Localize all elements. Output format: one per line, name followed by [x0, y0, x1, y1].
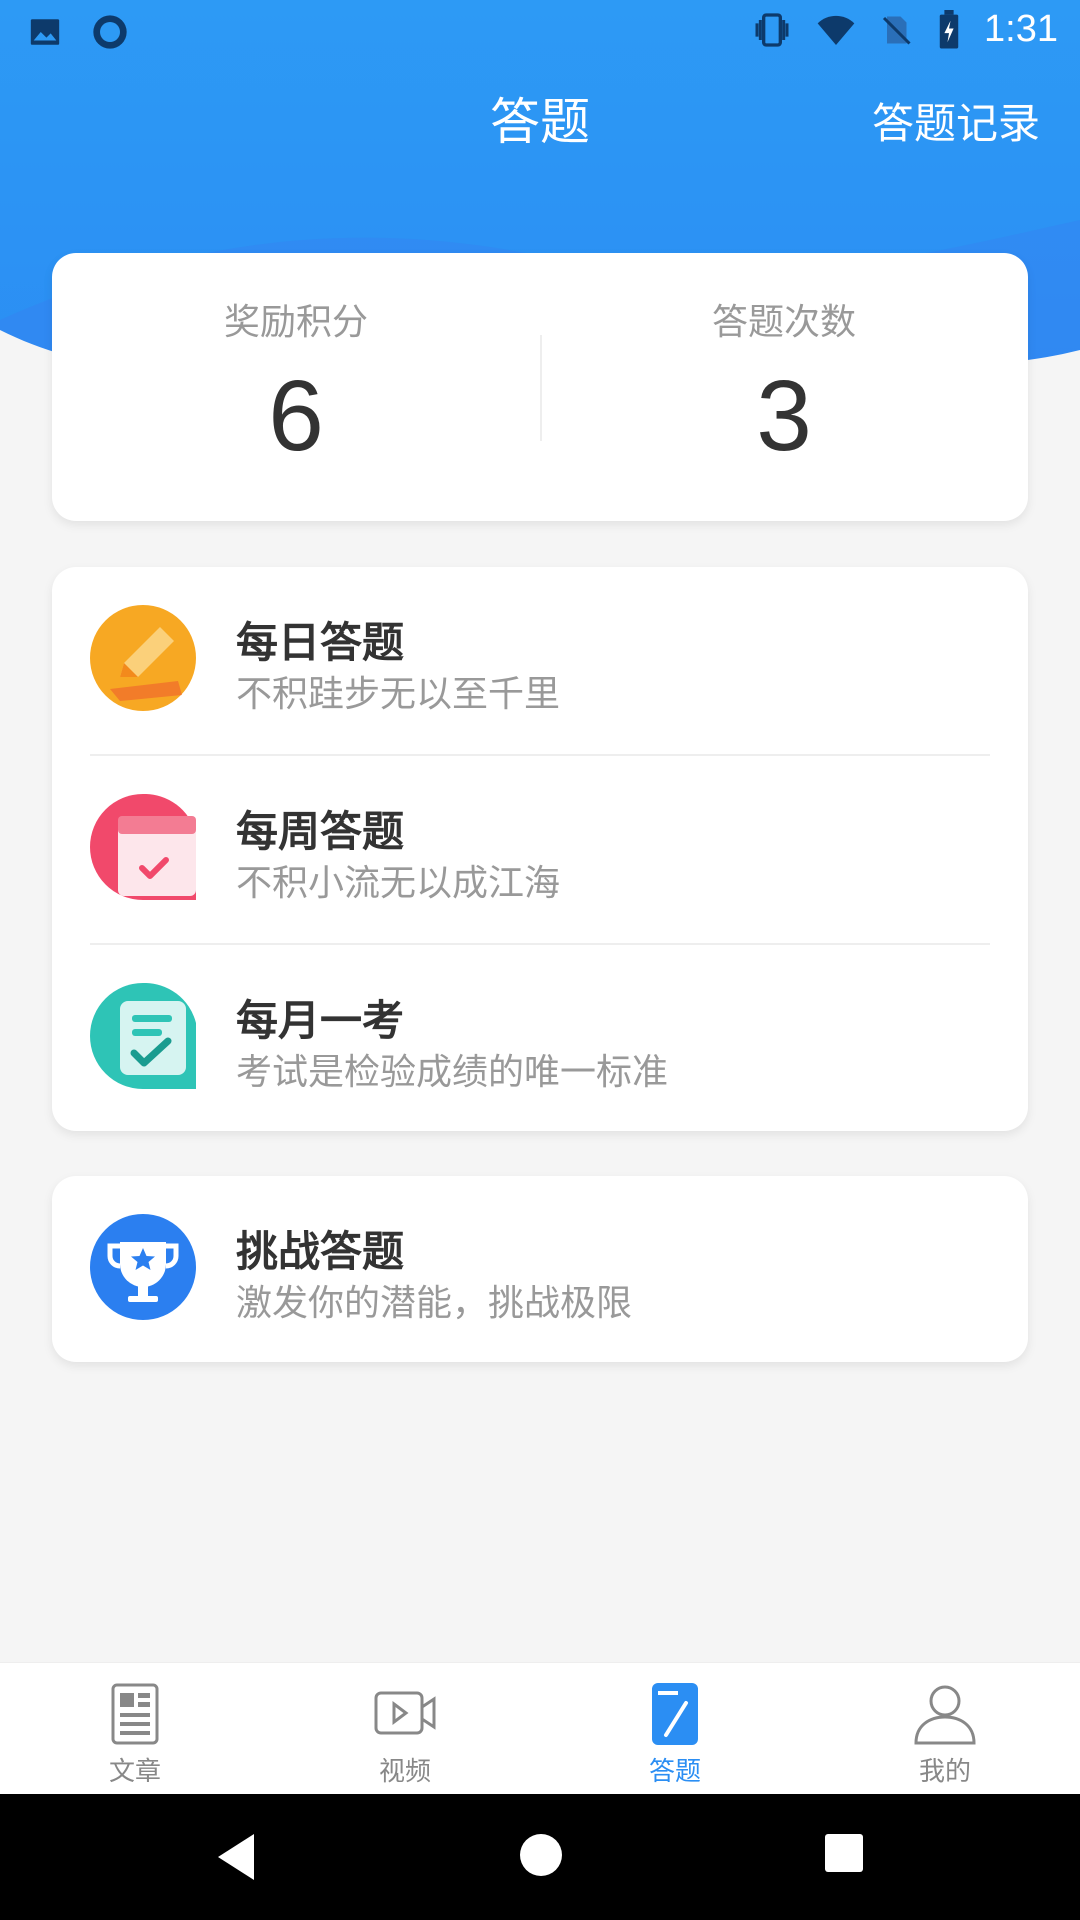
monthly-exam-subtitle: 考试是检验成绩的唯一标准	[236, 1052, 669, 1093]
profile-icon	[914, 1685, 976, 1745]
status-time: 1:31	[984, 8, 1058, 50]
tab-article[interactable]: 文章	[0, 1663, 270, 1794]
recents-icon[interactable]	[823, 1832, 865, 1874]
challenge-card[interactable]: 挑战答题 激发你的潜能，挑战极限	[52, 1176, 1028, 1362]
vibrate-icon	[755, 12, 789, 47]
system-nav-bar	[0, 1794, 1080, 1920]
tab-video[interactable]: 视频	[270, 1663, 540, 1794]
trophy-icon	[90, 1214, 196, 1320]
list-item-daily-quiz[interactable]: 每日答题 不积跬步无以至千里	[90, 567, 990, 755]
quiz-records-button[interactable]: 答题记录	[872, 90, 1040, 151]
quiz-list-card: 每日答题 不积跬步无以至千里 每周答题 不积小流无以成江海 每月一考 考试是检验…	[52, 567, 1028, 1131]
tab-quiz-label: 答题	[648, 1757, 701, 1787]
count-value: 3	[756, 360, 812, 472]
points-label: 奖励积分	[223, 302, 368, 343]
tab-article-label: 文章	[108, 1757, 161, 1787]
back-icon[interactable]	[214, 1832, 258, 1882]
list-item-monthly-exam[interactable]: 每月一考 考试是检验成绩的唯一标准	[90, 945, 990, 1133]
count-label: 答题次数	[711, 302, 856, 343]
stats-card: 奖励积分 6 答题次数 3	[52, 253, 1028, 521]
list-item-challenge[interactable]: 挑战答题 激发你的潜能，挑战极限	[90, 1176, 990, 1364]
count-stat: 答题次数 3	[540, 253, 1028, 521]
wifi-icon	[817, 15, 855, 45]
points-stat: 奖励积分 6	[52, 253, 540, 521]
video-icon	[374, 1691, 436, 1735]
calendar-icon	[90, 794, 196, 900]
list-item-weekly-quiz[interactable]: 每周答题 不积小流无以成江海	[90, 756, 990, 944]
challenge-subtitle: 激发你的潜能，挑战极限	[236, 1283, 633, 1324]
image-notification-icon	[30, 19, 60, 45]
tab-profile-label: 我的	[918, 1757, 971, 1787]
pencil-icon	[90, 605, 196, 711]
no-sim-icon	[882, 16, 911, 45]
challenge-title: 挑战答题	[236, 1227, 405, 1276]
weekly-quiz-subtitle: 不积小流无以成江海	[236, 863, 561, 904]
quiz-icon	[652, 1683, 698, 1745]
daily-quiz-subtitle: 不积跬步无以至千里	[236, 674, 561, 715]
battery-icon	[939, 9, 959, 48]
circle-notification-icon	[93, 15, 127, 49]
exam-icon	[90, 983, 196, 1089]
tab-quiz[interactable]: 答题	[540, 1663, 810, 1794]
daily-quiz-title: 每日答题	[236, 618, 405, 667]
monthly-exam-title: 每月一考	[236, 996, 405, 1045]
home-icon[interactable]	[518, 1832, 564, 1878]
bottom-nav: 文章 视频 答题 我的	[0, 1662, 1080, 1794]
tab-video-label: 视频	[378, 1757, 431, 1787]
status-bar: 1:31	[0, 0, 1080, 64]
tab-profile[interactable]: 我的	[810, 1663, 1080, 1794]
weekly-quiz-title: 每周答题	[236, 807, 405, 856]
article-icon	[111, 1683, 159, 1745]
points-value: 6	[268, 360, 324, 472]
